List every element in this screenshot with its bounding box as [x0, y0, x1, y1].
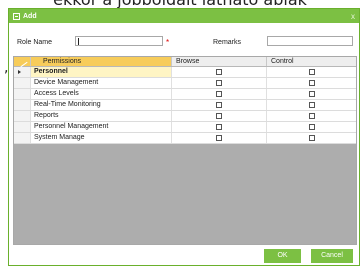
permission-name: Device Management	[31, 78, 172, 88]
remarks-input[interactable]	[267, 36, 353, 46]
permission-name: Real-Time Monitoring	[31, 100, 172, 110]
grid-header: Permissions Browse Control	[14, 57, 356, 67]
table-row[interactable]: Access Levels	[14, 89, 356, 100]
control-checkbox[interactable]	[308, 135, 315, 141]
browse-cell	[172, 67, 267, 77]
browse-checkbox[interactable]	[216, 102, 222, 108]
row-header-cell[interactable]	[14, 122, 31, 132]
ok-button[interactable]: OK	[264, 249, 301, 263]
browse-checkbox[interactable]	[216, 113, 222, 119]
control-checkbox[interactable]	[308, 80, 315, 86]
browse-checkbox[interactable]	[216, 91, 222, 97]
table-row[interactable]: Reports	[14, 111, 356, 122]
text-caret	[78, 38, 79, 45]
permission-name: Personnel	[31, 67, 172, 77]
required-mark: *	[166, 38, 170, 47]
row-header-cell[interactable]	[14, 133, 31, 143]
browse-cell	[172, 100, 267, 110]
control-checkbox[interactable]	[308, 91, 315, 97]
row-header-corner[interactable]	[14, 57, 31, 66]
column-header-browse[interactable]: Browse	[172, 57, 267, 66]
browse-checkbox[interactable]	[216, 80, 222, 86]
control-cell	[267, 100, 356, 110]
close-icon[interactable]: x	[351, 12, 355, 21]
column-header-permissions[interactable]: Permissions	[31, 57, 172, 66]
row-header-cell[interactable]	[14, 111, 31, 121]
row-header-cell[interactable]	[14, 78, 31, 88]
browse-checkbox[interactable]	[216, 135, 222, 141]
role-name-label: Role Name	[17, 39, 53, 46]
table-row[interactable]: Real-Time Monitoring	[14, 100, 356, 111]
browse-cell	[172, 133, 267, 143]
table-row[interactable]: Personnel Management	[14, 122, 356, 133]
control-cell	[267, 133, 356, 143]
role-name-input[interactable]	[75, 36, 163, 46]
form-row: Role Name * Remarks	[9, 29, 359, 47]
control-cell	[267, 78, 356, 88]
table-row[interactable]: Personnel	[14, 67, 356, 78]
control-cell	[267, 122, 356, 132]
table-row[interactable]: System Manage	[14, 133, 356, 144]
row-selector-arrow-icon[interactable]	[14, 67, 31, 77]
permission-name: Personnel Management	[31, 122, 172, 132]
control-cell	[267, 111, 356, 121]
dialog-icon	[13, 12, 20, 20]
permission-name: System Manage	[31, 133, 172, 143]
row-header-cell[interactable]	[14, 100, 31, 110]
cancel-button[interactable]: Cancel	[311, 249, 353, 263]
control-cell	[267, 89, 356, 99]
table-row[interactable]: Device Management	[14, 78, 356, 89]
row-header-cell[interactable]	[14, 89, 31, 99]
browse-cell	[172, 122, 267, 132]
browse-cell	[172, 89, 267, 99]
add-dialog: Add x Role Name * Remarks Permissions Br…	[8, 8, 360, 266]
browse-cell	[172, 111, 267, 121]
control-checkbox[interactable]	[308, 124, 315, 130]
browse-cell	[172, 78, 267, 88]
browse-checkbox[interactable]	[216, 124, 222, 130]
control-checkbox[interactable]	[308, 102, 315, 108]
browse-checkbox[interactable]	[216, 69, 222, 75]
dialog-titlebar[interactable]: Add x	[9, 9, 359, 23]
control-checkbox[interactable]	[308, 69, 315, 75]
control-checkbox[interactable]	[308, 113, 315, 119]
permission-name: Access Levels	[31, 89, 172, 99]
control-cell	[267, 67, 356, 77]
column-header-control[interactable]: Control	[267, 57, 356, 66]
permissions-grid[interactable]: Permissions Browse Control Personnel Devi…	[13, 56, 357, 245]
grid-body: Personnel Device Management Access Levels R…	[14, 67, 356, 144]
permission-name: Reports	[31, 111, 172, 121]
dialog-title: Add	[23, 12, 37, 20]
remarks-label: Remarks	[213, 39, 242, 46]
